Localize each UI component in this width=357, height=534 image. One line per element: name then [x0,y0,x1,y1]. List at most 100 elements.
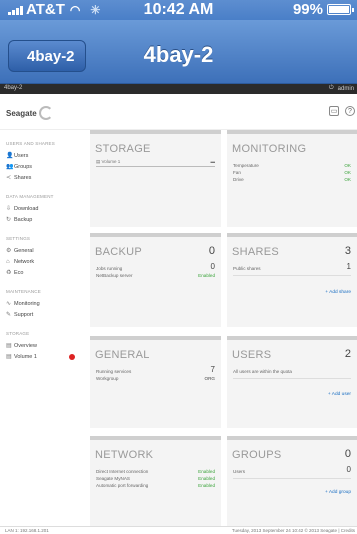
groups-panel[interactable]: GROUPS 0 Users 0 + Add group [227,436,357,526]
monitoring-row: Drive OK [233,177,351,182]
sidebar-item-label: Network [14,258,35,265]
page-title: 4bay-2 [143,42,214,67]
volume-icon: ▤ [6,354,12,360]
backup-count: 0 [208,245,215,257]
backup-row: Jobs running 0 [96,262,215,272]
monitoring-row: Temperature OK [233,163,351,168]
sidebar-item-volume-1[interactable]: ▤ Volume 1 [0,351,85,362]
network-row: Automatic port forwarding Enabled [96,483,215,488]
sidebar-section-title: DATA MANAGEMENT [6,194,54,199]
battery-indicator: 99% [292,1,354,18]
shares-count: 3 [344,245,351,257]
users-title: USERS [232,349,272,361]
add-share-link[interactable]: + Add share [325,290,351,295]
status-bar: AT&T ◠ ✳ 10:42 AM 99% [0,0,357,20]
sidebar-item-label: Overview [14,342,37,349]
sidebar-item-eco[interactable]: ♻ Eco [0,267,85,278]
add-user-link[interactable]: + Add user [328,392,351,397]
sidebar-item-label: Shares [14,174,32,181]
sidebar-section-title: USERS AND SHARES [6,141,55,146]
network-row: Seagate MyNAS Enabled [96,476,215,481]
users-divider [233,378,351,379]
general-title: GENERAL [95,349,150,361]
network-icon: ⌂ [6,258,10,265]
navigation-bar: 4bay-2 4bay-2 [0,20,357,84]
sidebar-section-title: SETTINGS [6,236,31,241]
download-icon: ⇩ [6,206,12,212]
storage-panel[interactable]: STORAGE ▤ Volume 1 ▬ [90,130,221,227]
sidebar-item-groups[interactable]: 👥 Groups [0,161,85,172]
seagate-logo-icon [38,106,53,120]
battery-percent: 99% [292,1,323,18]
shares-panel[interactable]: SHARES 3 Public shares 1 + Add share [227,233,357,327]
sidebar-item-label: Download [14,205,39,212]
gear-icon: ⚙ [6,248,12,254]
sidebar-item-overview[interactable]: ▤ Overview [0,340,85,351]
sidebar: USERS AND SHARES 👤 Users 👥 Groups ≺ Shares DATA… [0,131,85,526]
device-icon[interactable]: ▭ [329,106,339,116]
sidebar-item-users[interactable]: 👤 Users [0,150,85,161]
backup-title: BACKUP [95,246,143,258]
sidebar-item-general[interactable]: ⚙ General [0,245,85,256]
logo-bar: Seagate ▭ ? [0,94,357,130]
general-row: Workgroup ORG [96,376,215,381]
lan-address: LAN 1: 192.168.1.201 [5,528,49,533]
shares-title: SHARES [232,246,280,258]
general-row: Running services 7 [96,365,215,375]
group-icon: 👥 [6,164,14,170]
seagate-logo[interactable]: Seagate [6,106,53,120]
device-name: 4bay-2 [4,85,23,91]
users-panel[interactable]: USERS 2 All users are within the quota +… [227,336,357,428]
sidebar-item-label: Groups [14,163,33,170]
sidebar-section-title: STORAGE [6,331,30,336]
monitoring-panel[interactable]: MONITORING Temperature OK Fan OK Drive OK [227,130,357,227]
network-row: Direct Internet connection Enabled [96,469,215,474]
sidebar-item-label: Monitoring [14,300,40,307]
app-header: 4bay-2 ⏻ admin [0,84,357,94]
sidebar-item-shares[interactable]: ≺ Shares [0,172,85,183]
sidebar-item-label: Users [14,152,29,159]
backup-row: NetBackup server Enabled [96,273,215,278]
alert-icon[interactable] [69,353,75,360]
users-quota-note: All users are within the quota [233,369,292,374]
footer: LAN 1: 192.168.1.201 Tuesday, 2013 Septe… [0,526,357,534]
drive-icon: ▬ [210,159,216,164]
user-icon: 👤 [6,153,14,159]
help-icon[interactable]: ? [345,106,355,116]
groups-row: Users 0 [233,465,351,475]
sidebar-item-label: General [14,247,34,254]
monitoring-title: MONITORING [232,143,307,155]
support-icon: ✎ [6,312,12,318]
network-panel[interactable]: NETWORK Direct Internet connection Enable… [90,436,221,526]
storage-volume-label: Volume 1 [101,159,121,164]
groups-divider [233,478,351,479]
storage-volume-bar[interactable]: ▤ Volume 1 ▬ [96,159,216,167]
eco-icon: ♻ [6,270,12,276]
network-title: NETWORK [95,449,154,461]
monitoring-icon: ∿ [6,301,12,307]
sidebar-section-title: MAINTENANCE [6,289,41,294]
sidebar-item-network[interactable]: ⌂ Network [0,256,85,267]
sidebar-item-download[interactable]: ⇩ Download [0,203,85,214]
sidebar-item-support[interactable]: ✎ Support [0,309,85,320]
groups-title: GROUPS [232,449,282,461]
general-panel[interactable]: GENERAL Running services 7 Workgroup ORG [90,336,221,428]
user-name[interactable]: admin [338,86,354,92]
sidebar-item-label: Eco [14,269,24,276]
backup-panel[interactable]: BACKUP 0 Jobs running 0 NetBackup server E… [90,233,221,327]
sidebar-item-label: Backup [14,216,33,223]
backup-icon: ↻ [6,217,12,223]
power-icon[interactable]: ⏻ [329,85,334,92]
sidebar-item-monitoring[interactable]: ∿ Monitoring [0,298,85,309]
storage-icon: ▤ [6,343,12,349]
sidebar-item-label: Volume 1 [14,353,37,360]
shares-divider [233,275,351,276]
users-count: 2 [344,348,351,360]
sidebar-item-backup[interactable]: ↻ Backup [0,214,85,225]
add-group-link[interactable]: + Add group [325,490,351,495]
share-icon: ≺ [6,175,12,181]
battery-icon [327,4,354,15]
sidebar-item-label: Support [14,311,34,318]
storage-title: STORAGE [95,143,151,155]
monitoring-row: Fan OK [233,170,351,175]
